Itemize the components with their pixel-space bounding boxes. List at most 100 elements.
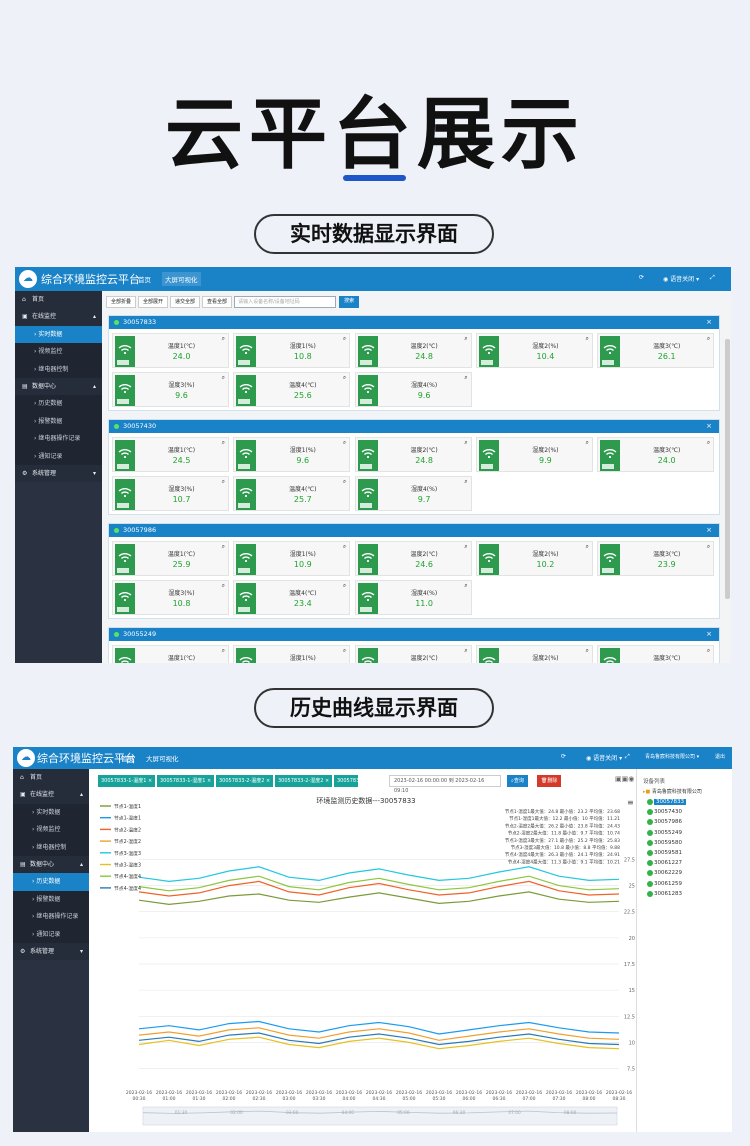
sensor-card[interactable]: 湿度4(%) 9.6 ⌕ [354,372,472,407]
device-list-item[interactable]: 30061259 [637,879,732,889]
sensor-card[interactable]: 湿度1(%) 10.9 ⌕ [233,541,351,576]
sidebar-item-history[interactable]: › 历史数据 [15,395,102,413]
sidebar-item-video[interactable]: › 视频监控 [15,343,102,361]
sidebar-item-notice-log[interactable]: › 通知记录 [15,447,102,465]
sensor-card[interactable]: 湿度1(%) 9.6 ⌕ [233,437,351,472]
device-list-item[interactable]: 30061283 [637,889,732,899]
sensor-card[interactable]: 温度4(℃) 25.6 ⌕ [233,372,351,407]
device-panel-header[interactable]: 30057833 × [109,316,719,329]
magnifier-icon[interactable]: ⌕ [464,478,467,486]
view-all-button[interactable]: 查看全部 [202,296,233,308]
magnifier-icon[interactable]: ⌕ [586,335,589,343]
sidebar-group-data[interactable]: ▤ 数据中心 ▴ [15,377,102,396]
sidebar-item-realtime[interactable]: › 实时数据 [15,325,102,344]
device-list-item[interactable]: 30059581 [637,848,732,858]
magnifier-icon[interactable]: ⌕ [222,478,225,486]
magnifier-icon[interactable]: ⌕ [707,335,710,343]
sensor-card[interactable]: 温度3(℃) 24.0 ⌕ [597,437,715,472]
magnifier-icon[interactable]: ⌕ [222,543,225,551]
tab-big-screen[interactable]: 大屏可视化 [143,753,182,763]
device-list-item[interactable]: 30062229 [637,868,732,878]
sensor-card[interactable]: 湿度3(%) 10.7 ⌕ [112,476,229,511]
magnifier-icon[interactable]: ⌕ [222,374,225,382]
sidebar-item-notice-log[interactable]: › 通知记录 [13,925,89,943]
close-icon[interactable]: × [706,420,712,433]
sidebar-group-online[interactable]: ▣ 在线监控 ▴ [13,786,89,804]
search-input[interactable]: 请输入设备名称/设备地址码 [234,296,337,308]
submit-all-button[interactable]: 递交全部 [170,296,201,308]
magnifier-icon[interactable]: ⌕ [343,543,346,551]
sensor-card[interactable]: 湿度3(%) 9.6 ⌕ [112,372,229,407]
magnifier-icon[interactable]: ⌕ [343,478,346,486]
fullscreen-icon[interactable]: ⤢ [625,753,630,761]
sensor-card[interactable]: 温度3(℃) 23.9 ⌕ [597,541,715,576]
device-panel-header[interactable]: 30055249 × [109,628,719,641]
sidebar-group-data[interactable]: ▤ 数据中心 ▴ [13,855,89,874]
fullscreen-icon[interactable]: ⤢ [710,274,715,282]
magnifier-icon[interactable]: ⌕ [343,374,346,382]
sidebar-item-relay[interactable]: › 继电器控制 [13,838,89,856]
magnifier-icon[interactable]: ⌕ [464,335,467,343]
device-list-item[interactable]: 30061227 [637,858,732,868]
sensor-card[interactable]: 温度1(℃) 24.5 ⌕ [112,437,229,472]
sensor-card[interactable]: 温度4(℃) 25.7 ⌕ [233,476,351,511]
sidebar-item-relay-log[interactable]: › 继电器操作记录 [15,430,102,448]
sidebar-group-system[interactable]: ⚙ 系统管理 ▾ [13,942,89,961]
sensor-card[interactable]: 湿度1(%) 10.8 ⌕ [233,333,351,368]
company-node[interactable]: ▸■ 青岛鲁宸科技有限公司 [637,787,732,797]
tab-big-screen[interactable]: 大屏可视化 [162,272,201,286]
device-list-item[interactable]: 30057430 [637,807,732,817]
query-button[interactable]: ⌕查询 [507,775,528,787]
sensor-card[interactable]: 湿度2(%) 10.2 ⌕ [475,541,593,576]
sensor-card[interactable]: 湿度2(%) 10.4 ⌕ [475,333,593,368]
device-panel-header[interactable]: 30057430 × [109,420,719,433]
sensor-card[interactable]: 温度3(℃) 26.1 ⌕ [597,333,715,368]
scrollbar[interactable] [725,339,730,599]
expand-all-button[interactable]: 全部展开 [138,296,169,308]
magnifier-icon[interactable]: ⌕ [343,335,346,343]
magnifier-icon[interactable]: ⌕ [464,647,467,655]
refresh-icon[interactable]: ⟳ [561,753,566,760]
sidebar-item-alarm[interactable]: › 报警数据 [13,890,89,909]
magnifier-icon[interactable]: ⌕ [343,647,346,655]
sensor-card[interactable]: 温度2(℃) ⌕ [354,645,472,663]
sidebar-item-relay-log[interactable]: › 继电器操作记录 [13,908,89,926]
sensor-card[interactable]: 温度2(℃) 24.8 ⌕ [354,437,472,472]
sensor-card[interactable]: 湿度1(%) ⌕ [233,645,351,663]
close-icon[interactable]: × [706,316,712,329]
sidebar-item-alarm[interactable]: › 报警数据 [15,412,102,431]
magnifier-icon[interactable]: ⌕ [464,582,467,590]
sidebar-group-online[interactable]: ▣ 在线监控 ▴ [15,308,102,326]
magnifier-icon[interactable]: ⌕ [222,335,225,343]
device-list-item[interactable]: 30057833 [637,797,732,807]
refresh-icon[interactable]: ⟳ [639,274,644,281]
delete-button[interactable]: 🗑删除 [537,775,562,787]
date-range-input[interactable]: 2023-02-16 00:00:00 到 2023-02-16 09:10 [389,775,501,794]
magnifier-icon[interactable]: ⌕ [464,543,467,551]
magnifier-icon[interactable]: ⌕ [222,582,225,590]
sensor-card[interactable]: 湿度4(%) 11.0 ⌕ [354,580,472,615]
channel-tag[interactable]: 30057833-1-温度1 × [98,775,156,787]
sidebar-item-history[interactable]: › 历史数据 [13,873,89,891]
magnifier-icon[interactable]: ⌕ [707,647,710,655]
search-button[interactable]: 搜索 [339,296,360,308]
sidebar-item-relay[interactable]: › 继电器控制 [15,360,102,378]
device-panel-header[interactable]: 30057986 × [109,524,719,537]
channel-tag[interactable]: 30057833 [334,775,358,787]
sensor-card[interactable]: 湿度3(%) 10.8 ⌕ [112,580,229,615]
sidebar-group-system[interactable]: ⚙ 系统管理 ▾ [15,464,102,483]
magnifier-icon[interactable]: ⌕ [586,439,589,447]
magnifier-icon[interactable]: ⌕ [586,647,589,655]
sensor-card[interactable]: 温度1(℃) 24.0 ⌕ [112,333,229,368]
magnifier-icon[interactable]: ⌕ [222,647,225,655]
magnifier-icon[interactable]: ⌕ [343,582,346,590]
close-icon[interactable]: × [706,628,712,641]
sensor-card[interactable]: 温度2(℃) 24.6 ⌕ [354,541,472,576]
magnifier-icon[interactable]: ⌕ [464,374,467,382]
sensor-card[interactable]: 湿度2(%) ⌕ [475,645,593,663]
magnifier-icon[interactable]: ⌕ [707,543,710,551]
close-icon[interactable]: × [706,524,712,537]
sidebar-item-realtime[interactable]: › 实时数据 [13,803,89,822]
export-icons[interactable]: ▣▣◉ [615,775,634,783]
sensor-card[interactable]: 温度1(℃) 25.9 ⌕ [112,541,229,576]
